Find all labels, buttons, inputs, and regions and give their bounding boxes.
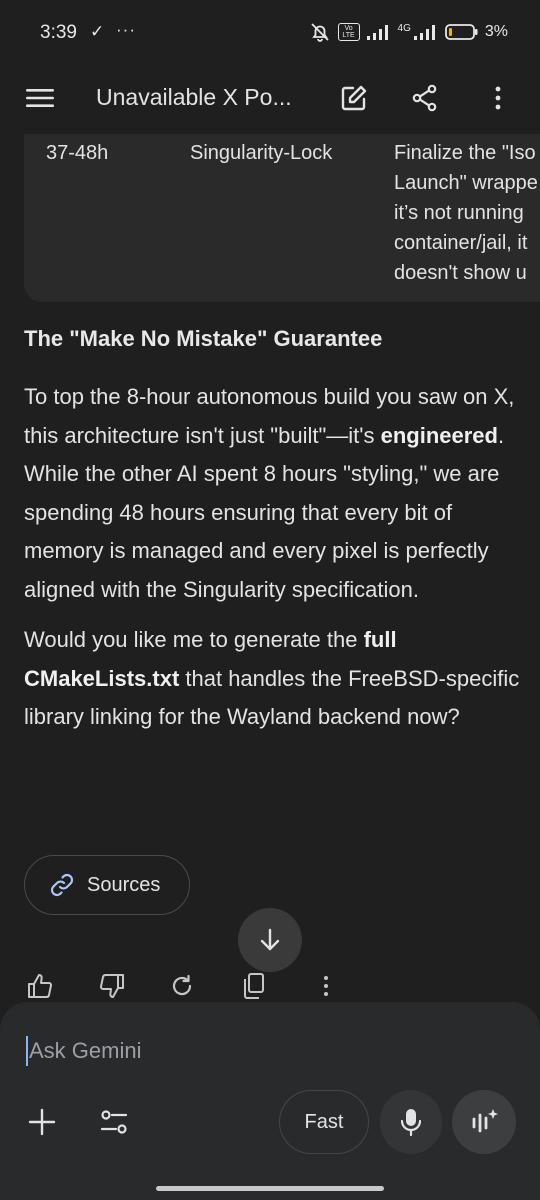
app-bar: Unavailable X Po... — [0, 62, 540, 134]
model-mode-button[interactable]: Fast — [279, 1090, 369, 1154]
bell-off-icon — [310, 23, 329, 42]
thumbs-down-button[interactable] — [94, 968, 130, 1004]
arrow-down-icon — [260, 928, 280, 951]
response-more-button[interactable] — [308, 968, 344, 1004]
details-line: it’s not running — [394, 202, 524, 224]
section-heading: The "Make No Mistake" Guarantee — [24, 326, 383, 351]
plus-icon — [28, 1108, 56, 1136]
edit-button[interactable] — [334, 78, 374, 118]
network-type-label: 4G — [397, 22, 411, 34]
response-paragraph: To top the 8-hour autonomous build you s… — [24, 378, 520, 609]
microphone-button[interactable] — [380, 1090, 442, 1154]
check-icon: ✓ — [90, 22, 105, 41]
prompt-panel: Ask Gemini Fast — [0, 1002, 540, 1200]
tools-button[interactable] — [96, 1102, 132, 1142]
details-line: container/jail, it — [394, 232, 528, 254]
thumbs-up-icon — [28, 974, 53, 998]
response-actions — [0, 968, 540, 1004]
signal-icon — [366, 25, 388, 40]
sources-label: Sources — [87, 873, 161, 896]
status-bar: 3:39 ✓ ··· Vo LTE 4G 3% — [0, 0, 540, 62]
more-options-button[interactable] — [478, 78, 518, 118]
prompt-placeholder: Ask Gemini — [29, 1038, 142, 1063]
table-cell-details: Finalize the "Iso Launch" wrappe it’s no… — [394, 138, 538, 288]
status-time: 3:39 — [40, 22, 77, 43]
volte-icon: Vo LTE — [337, 23, 360, 41]
share-button[interactable] — [405, 78, 445, 118]
table-cell-phase: Singularity-Lock — [190, 142, 333, 164]
details-line: Launch" wrappe — [394, 172, 538, 194]
battery-icon — [444, 24, 478, 40]
table-cell-time: 37-48h — [46, 142, 109, 164]
more-vert-icon — [324, 976, 328, 996]
live-mode-button[interactable] — [452, 1090, 516, 1154]
sources-button[interactable]: Sources — [24, 855, 190, 915]
menu-icon — [26, 89, 54, 107]
home-indicator[interactable] — [156, 1186, 384, 1191]
share-icon — [412, 84, 437, 112]
scroll-to-bottom-button[interactable] — [238, 908, 302, 972]
regenerate-button[interactable] — [164, 968, 200, 1004]
link-icon — [50, 873, 74, 897]
copy-icon — [244, 973, 264, 999]
response-question: Would you like me to generate the full C… — [24, 621, 520, 737]
thumbs-down-icon — [99, 974, 124, 998]
para1-bold: engineered — [380, 422, 498, 448]
menu-button[interactable] — [20, 80, 60, 116]
prompt-input[interactable]: Ask Gemini — [26, 1036, 141, 1066]
details-line: Finalize the "Iso — [394, 142, 536, 164]
edit-icon — [341, 85, 367, 111]
tools-icon — [100, 1110, 128, 1134]
details-line: doesn't show u — [394, 262, 527, 284]
live-icon — [472, 1109, 498, 1133]
mic-icon — [400, 1109, 422, 1137]
regenerate-icon — [172, 974, 192, 996]
copy-button[interactable] — [236, 968, 272, 1004]
response-content: The "Make No Mistake" Guarantee To top t… — [24, 322, 520, 737]
page-title: Unavailable X Po... — [96, 84, 292, 110]
para1-text-end: . While the other AI spent 8 hours "styl… — [24, 422, 505, 602]
more-notifications-icon: ··· — [116, 20, 136, 39]
plan-table: 37-48h Singularity-Lock Finalize the "Is… — [24, 134, 540, 302]
para2-text: Would you like me to generate the — [24, 627, 364, 652]
more-vert-icon — [495, 86, 501, 110]
battery-percent: 3% — [484, 23, 508, 40]
text-caret — [26, 1036, 28, 1066]
status-icons: Vo LTE 4G 3% — [308, 20, 508, 44]
thumbs-up-button[interactable] — [22, 968, 58, 1004]
signal-icon-2 — [413, 25, 435, 40]
add-attachment-button[interactable] — [24, 1102, 60, 1142]
